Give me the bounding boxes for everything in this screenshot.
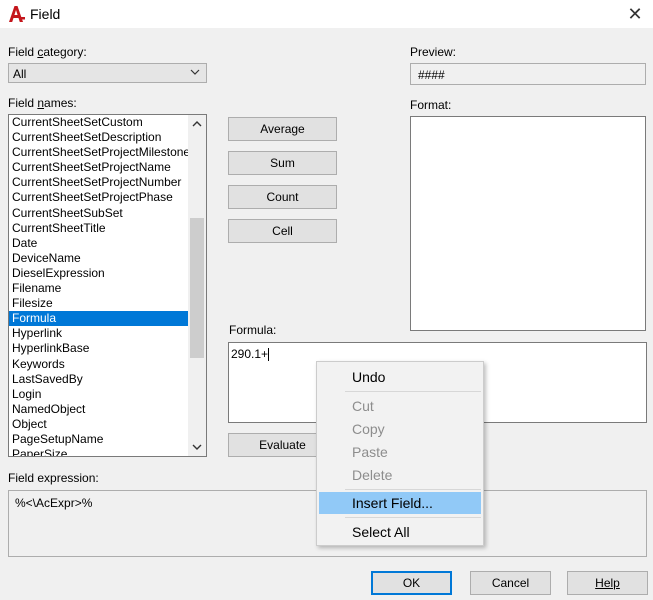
preview-value: #### (418, 68, 445, 82)
list-item[interactable]: LastSavedBy (9, 372, 188, 387)
list-item[interactable]: CurrentSheetSetDescription (9, 130, 188, 145)
list-item[interactable]: DieselExpression (9, 266, 188, 281)
menu-item-cut[interactable]: Cut (319, 395, 481, 417)
preview-box: #### (410, 63, 646, 85)
field-names-items: CurrentSheetSetCustom CurrentSheetSetDesc… (9, 115, 188, 456)
menu-item-select-all[interactable]: Select All (319, 521, 481, 543)
autocad-app-icon (9, 6, 25, 22)
list-item[interactable]: CurrentSheetSubSet (9, 206, 188, 221)
title-bar: Field ✕ (0, 0, 653, 28)
field-expression-label: Field expression: (8, 471, 99, 485)
list-item[interactable]: Login (9, 387, 188, 402)
list-item[interactable]: PageSetupName (9, 432, 188, 447)
formula-text: 290.1+ (231, 347, 269, 361)
list-item[interactable]: CurrentSheetSetProjectNumber (9, 175, 188, 190)
window-title: Field (30, 6, 61, 22)
menu-item-copy[interactable]: Copy (319, 418, 481, 440)
help-button[interactable]: Help (567, 571, 648, 595)
field-category-dropdown[interactable]: All (8, 63, 207, 83)
list-item[interactable]: Formula (9, 311, 188, 327)
list-item[interactable]: CurrentSheetSetCustom (9, 115, 188, 130)
menu-item-insert-field[interactable]: Insert Field... (319, 492, 481, 514)
text-caret (268, 348, 270, 362)
list-item[interactable]: Keywords (9, 357, 188, 372)
list-item[interactable]: Filename (9, 281, 188, 296)
cancel-button[interactable]: Cancel (470, 571, 551, 595)
list-item[interactable]: CurrentSheetTitle (9, 221, 188, 236)
menu-item-delete[interactable]: Delete (319, 464, 481, 486)
cell-button[interactable]: Cell (228, 219, 337, 243)
close-button[interactable]: ✕ (623, 2, 647, 26)
chevron-up-icon[interactable] (192, 119, 202, 129)
context-menu: Undo Cut Copy Paste Delete Insert Field.… (316, 361, 484, 546)
field-category-label: Field category: (8, 45, 87, 59)
field-expression-value: %<\AcExpr>% (15, 496, 93, 510)
list-item[interactable]: PaperSize (9, 447, 188, 456)
sum-button[interactable]: Sum (228, 151, 337, 175)
list-item[interactable]: CurrentSheetSetProjectPhase (9, 190, 188, 205)
list-item[interactable]: DeviceName (9, 251, 188, 266)
list-item[interactable]: NamedObject (9, 402, 188, 417)
count-button[interactable]: Count (228, 185, 337, 209)
ok-button[interactable]: OK (371, 571, 452, 595)
list-item[interactable]: Object (9, 417, 188, 432)
close-icon: ✕ (627, 4, 643, 24)
chevron-down-icon (190, 69, 200, 75)
list-item[interactable]: Filesize (9, 296, 188, 311)
average-button[interactable]: Average (228, 117, 337, 141)
field-category-value: All (13, 67, 27, 81)
menu-item-undo[interactable]: Undo (319, 366, 481, 388)
menu-separator (345, 391, 481, 392)
chevron-down-icon[interactable] (192, 442, 202, 452)
formula-label: Formula: (229, 323, 277, 337)
field-names-list[interactable]: CurrentSheetSetCustom CurrentSheetSetDesc… (8, 114, 207, 457)
list-item[interactable]: CurrentSheetSetProjectMilestone (9, 145, 188, 160)
scrollbar-thumb[interactable] (190, 218, 204, 358)
menu-separator (345, 489, 481, 490)
field-names-label: Field names: (8, 96, 77, 110)
format-label: Format: (410, 98, 452, 112)
field-names-scrollbar[interactable] (188, 115, 206, 456)
list-item[interactable]: CurrentSheetSetProjectName (9, 160, 188, 175)
list-item[interactable]: Hyperlink (9, 326, 188, 341)
list-item[interactable]: Date (9, 236, 188, 251)
list-item[interactable]: HyperlinkBase (9, 341, 188, 356)
preview-label: Preview: (410, 45, 457, 59)
menu-item-paste[interactable]: Paste (319, 441, 481, 463)
format-list[interactable] (410, 116, 646, 331)
menu-separator (345, 517, 481, 518)
